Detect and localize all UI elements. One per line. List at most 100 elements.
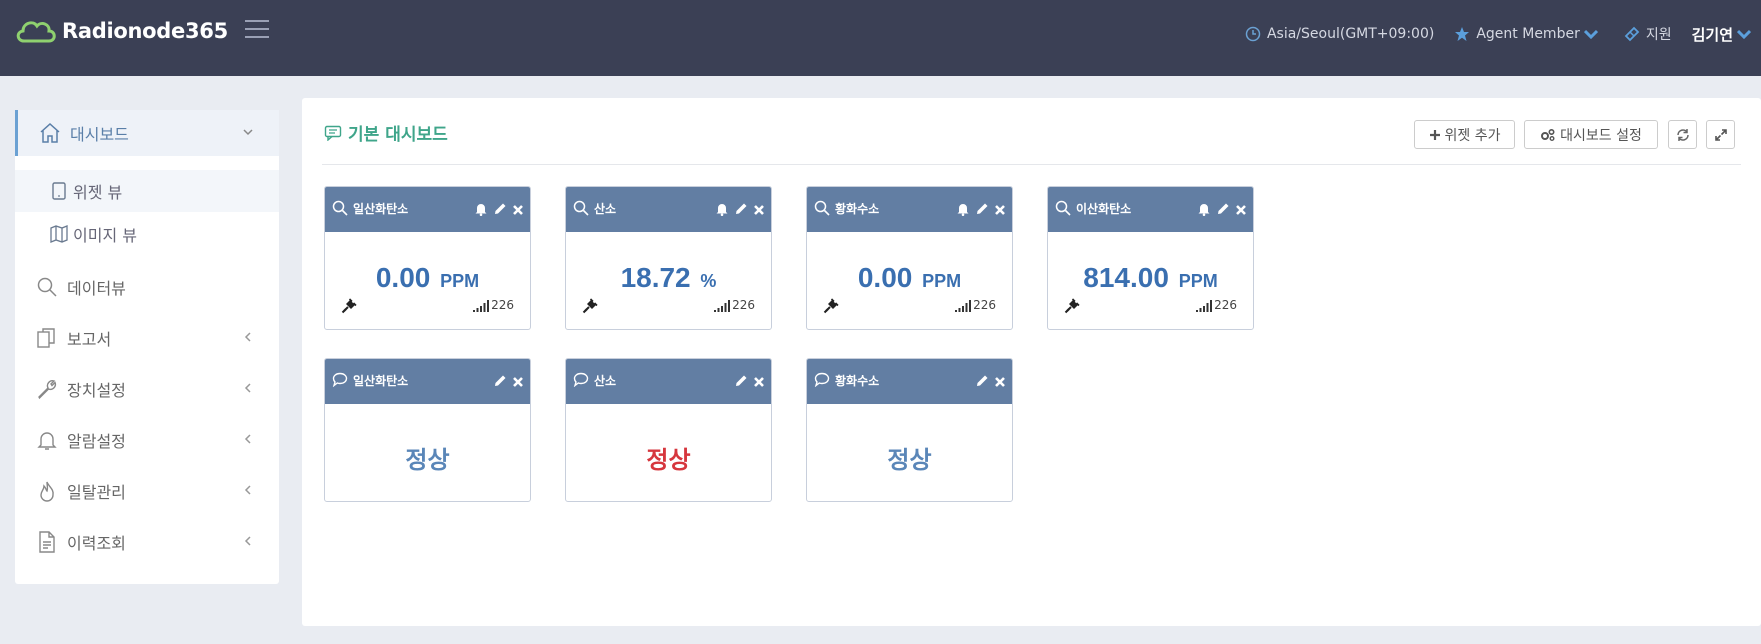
sensor-value: 18.72 % — [566, 262, 771, 294]
signal-value: 226 — [1214, 298, 1237, 312]
expand-icon — [1714, 128, 1727, 141]
support-link[interactable]: 지원 — [1624, 24, 1672, 44]
sensor-widget[interactable]: 황화수소 0.00 PPM 226 — [806, 186, 1013, 330]
sidebar-item-deviation[interactable]: 일탈관리 — [15, 468, 279, 514]
star-icon — [1455, 27, 1470, 41]
logo[interactable]: Radionode365 — [14, 14, 228, 48]
chevron-left-icon — [244, 536, 251, 546]
pencil-icon[interactable] — [734, 373, 748, 392]
chevron-down-icon — [1737, 29, 1751, 39]
sidebar-item-label: 알람설정 — [67, 432, 126, 451]
pencil-icon[interactable] — [975, 201, 989, 220]
sensor-widget[interactable]: 이산화탄소 814.00 PPM 226 — [1047, 186, 1254, 330]
sidebar-item-label: 일탈관리 — [67, 483, 126, 502]
widget-title: 황화수소 — [835, 202, 880, 216]
sidebar-item-label: 장치설정 — [67, 381, 126, 400]
status-widget[interactable]: 황화수소 정상 — [806, 358, 1013, 502]
ticket-icon — [1624, 26, 1640, 42]
sidebar-item-image-view[interactable]: 이미지 뷰 — [15, 213, 279, 255]
sensor-value: 0.00 PPM — [325, 262, 530, 294]
bell-icon[interactable] — [474, 201, 488, 220]
sensor-widget[interactable]: 일산화탄소 0.00 PPM 226 — [324, 186, 531, 330]
widget-title: 산소 — [594, 202, 617, 216]
sidebar-item-alarm-settings[interactable]: 알람설정 — [15, 417, 279, 463]
pencil-icon[interactable] — [493, 201, 507, 220]
sidebar-item-label: 데이터뷰 — [67, 279, 126, 298]
signal-strength: 226 — [714, 298, 755, 312]
member-label: Agent Member — [1476, 26, 1580, 42]
signal-icon — [955, 300, 972, 312]
clock-icon — [1245, 26, 1261, 42]
dashboard-settings-label: 대시보드 설정 — [1560, 127, 1642, 144]
chevron-left-icon — [244, 485, 251, 495]
top-header: Radionode365 Asia/Seoul(GMT+09:00) Agent… — [0, 0, 1761, 76]
status-widget[interactable]: 산소 정상 — [565, 358, 772, 502]
search-icon[interactable] — [332, 200, 348, 216]
search-icon[interactable] — [1055, 200, 1071, 216]
plug-icon — [1064, 298, 1080, 314]
sensor-widget[interactable]: 산소 18.72 % 226 — [565, 186, 772, 330]
add-widget-label: 위젯 추가 — [1444, 127, 1501, 144]
sidebar-item-history[interactable]: 이력조회 — [15, 519, 279, 565]
close-icon[interactable] — [753, 201, 765, 220]
fullscreen-button[interactable] — [1706, 120, 1735, 149]
pencil-icon[interactable] — [734, 201, 748, 220]
sidebar-item-widget-view[interactable]: 위젯 뷰 — [15, 170, 279, 212]
value-unit: PPM — [440, 271, 480, 291]
signal-strength: 226 — [1196, 298, 1237, 312]
widget-header: 산소 — [566, 187, 771, 232]
refresh-button[interactable] — [1668, 120, 1697, 149]
value-unit: PPM — [922, 271, 962, 291]
sidebar-item-label: 이력조회 — [67, 534, 126, 553]
value-number: 18.72 — [620, 262, 691, 293]
bell-icon[interactable] — [1197, 201, 1211, 220]
widget-title: 일산화탄소 — [353, 374, 409, 388]
menu-toggle-icon[interactable] — [245, 20, 269, 40]
sidebar-item-device-settings[interactable]: 장치설정 — [15, 366, 279, 412]
message-icon — [324, 125, 342, 141]
value-number: 814.00 — [1083, 262, 1169, 293]
close-icon[interactable] — [753, 373, 765, 392]
status-widget[interactable]: 일산화탄소 정상 — [324, 358, 531, 502]
value-unit: PPM — [1178, 271, 1218, 291]
refresh-icon — [1676, 128, 1689, 141]
main-panel: 기본 대시보드 위젯 추가 대시보드 설정 일산화탄소 0.00 PPM 226… — [302, 98, 1761, 626]
value-number: 0.00 — [857, 262, 913, 293]
pencil-icon[interactable] — [493, 373, 507, 392]
home-icon — [40, 122, 60, 143]
plug-icon — [823, 298, 839, 314]
dashboard-settings-button[interactable]: 대시보드 설정 — [1524, 120, 1658, 149]
status-text: 정상 — [405, 446, 450, 474]
close-icon[interactable] — [512, 373, 524, 392]
pencil-icon[interactable] — [975, 373, 989, 392]
logo-text: Radionode365 — [62, 19, 228, 43]
copy-icon — [37, 328, 55, 348]
user-menu[interactable]: 김기연 — [1692, 24, 1757, 45]
signal-icon — [714, 300, 731, 312]
comment-icon — [332, 372, 348, 387]
widget-title: 일산화탄소 — [353, 202, 409, 216]
add-widget-button[interactable]: 위젯 추가 — [1414, 120, 1515, 149]
sidebar-item-report[interactable]: 보고서 — [15, 315, 279, 361]
signal-value: 226 — [973, 298, 996, 312]
search-icon[interactable] — [573, 200, 589, 216]
tablet-icon — [52, 182, 66, 200]
pencil-icon[interactable] — [1216, 201, 1230, 220]
bell-icon[interactable] — [956, 201, 970, 220]
chevron-left-icon — [244, 434, 251, 444]
close-icon[interactable] — [512, 201, 524, 220]
sensor-value: 814.00 PPM — [1048, 262, 1253, 294]
close-icon[interactable] — [994, 201, 1006, 220]
chevron-left-icon — [244, 383, 251, 393]
sidebar-item-data-view[interactable]: 데이터뷰 — [15, 264, 279, 310]
member-menu[interactable]: Agent Member — [1454, 26, 1603, 42]
widget-title: 황화수소 — [835, 374, 880, 388]
close-icon[interactable] — [1235, 201, 1247, 220]
close-icon[interactable] — [994, 373, 1006, 392]
timezone-selector[interactable]: Asia/Seoul(GMT+09:00) — [1245, 26, 1434, 42]
map-icon — [50, 225, 68, 243]
support-label: 지원 — [1645, 27, 1672, 43]
sidebar-item-dashboard[interactable]: 대시보드 — [15, 110, 279, 156]
bell-icon[interactable] — [715, 201, 729, 220]
search-icon[interactable] — [814, 200, 830, 216]
